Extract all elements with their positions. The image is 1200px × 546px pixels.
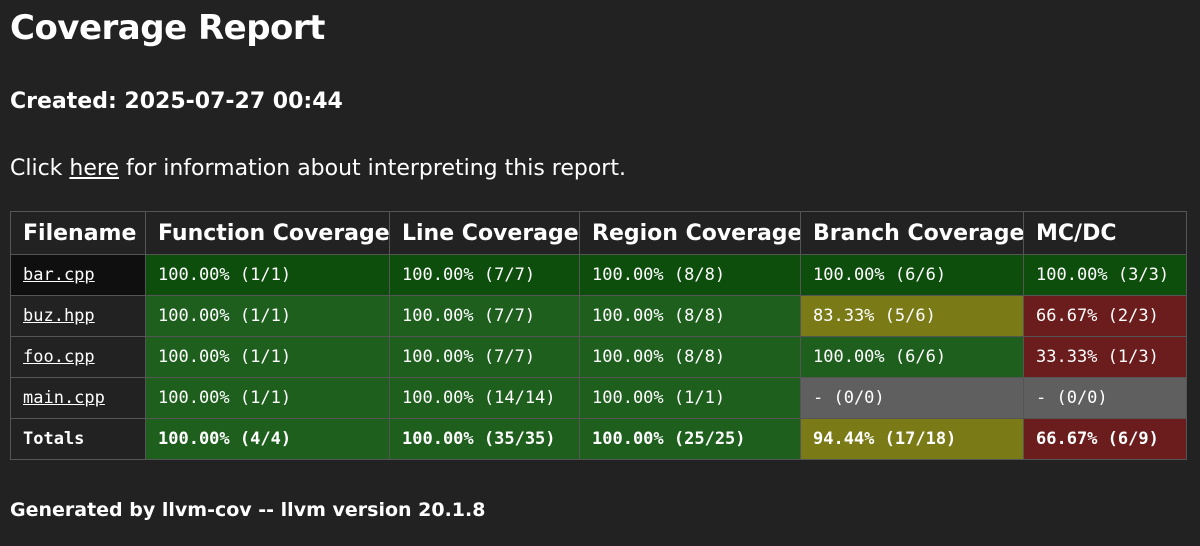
mcdc-cell: 66.67% (2/3) <box>1023 295 1187 337</box>
line-coverage-cell: 100.00% (14/14) <box>389 377 580 419</box>
filename-cell: bar.cpp <box>10 254 146 296</box>
line-coverage-cell: 100.00% (7/7) <box>389 336 580 378</box>
filename-cell: main.cpp <box>10 377 146 419</box>
col-header-region-coverage: Region Coverage <box>579 211 801 255</box>
region-coverage-cell: 100.00% (8/8) <box>579 336 801 378</box>
filename-cell: buz.hpp <box>10 295 146 337</box>
branch-coverage-cell: 100.00% (6/6) <box>800 254 1024 296</box>
mcdc-cell: - (0/0) <box>1023 377 1187 419</box>
total-branch-coverage-cell: 94.44% (17/18) <box>800 418 1024 460</box>
totals-label: Totals <box>10 418 146 460</box>
total-region-coverage-cell: 100.00% (25/25) <box>579 418 801 460</box>
help-link[interactable]: here <box>69 156 119 181</box>
file-link-buz-hpp[interactable]: buz.hpp <box>23 306 95 326</box>
table-row: main.cpp 100.00% (1/1) 100.00% (14/14) 1… <box>10 377 1187 419</box>
function-coverage-cell: 100.00% (1/1) <box>145 336 390 378</box>
line-coverage-cell: 100.00% (7/7) <box>389 295 580 337</box>
col-header-mcdc: MC/DC <box>1023 211 1187 255</box>
filename-cell: foo.cpp <box>10 336 146 378</box>
region-coverage-cell: 100.00% (8/8) <box>579 295 801 337</box>
file-link-foo-cpp[interactable]: foo.cpp <box>23 347 95 367</box>
branch-coverage-cell: 83.33% (5/6) <box>800 295 1024 337</box>
totals-row: Totals 100.00% (4/4) 100.00% (35/35) 100… <box>10 418 1187 460</box>
info-suffix: for information about interpreting this … <box>119 156 626 181</box>
file-link-bar-cpp[interactable]: bar.cpp <box>23 265 95 285</box>
col-header-line-coverage: Line Coverage <box>389 211 580 255</box>
file-link-main-cpp[interactable]: main.cpp <box>23 388 105 408</box>
mcdc-cell: 100.00% (3/3) <box>1023 254 1187 296</box>
table-header-row: Filename Function Coverage Line Coverage… <box>10 211 1187 255</box>
branch-coverage-cell: - (0/0) <box>800 377 1024 419</box>
function-coverage-cell: 100.00% (1/1) <box>145 254 390 296</box>
table-row: bar.cpp 100.00% (1/1) 100.00% (7/7) 100.… <box>10 254 1187 296</box>
region-coverage-cell: 100.00% (8/8) <box>579 254 801 296</box>
mcdc-cell: 33.33% (1/3) <box>1023 336 1187 378</box>
region-coverage-cell: 100.00% (1/1) <box>579 377 801 419</box>
function-coverage-cell: 100.00% (1/1) <box>145 295 390 337</box>
info-text: Click here for information about interpr… <box>10 156 626 181</box>
table-row: foo.cpp 100.00% (1/1) 100.00% (7/7) 100.… <box>10 336 1187 378</box>
col-header-branch-coverage: Branch Coverage <box>800 211 1024 255</box>
total-function-coverage-cell: 100.00% (4/4) <box>145 418 390 460</box>
col-header-function-coverage: Function Coverage <box>145 211 390 255</box>
table-row: buz.hpp 100.00% (1/1) 100.00% (7/7) 100.… <box>10 295 1187 337</box>
coverage-table: Filename Function Coverage Line Coverage… <box>10 211 1187 460</box>
created-timestamp: Created: 2025-07-27 00:44 <box>10 89 343 114</box>
info-prefix: Click <box>10 156 70 181</box>
branch-coverage-cell: 100.00% (6/6) <box>800 336 1024 378</box>
function-coverage-cell: 100.00% (1/1) <box>145 377 390 419</box>
total-line-coverage-cell: 100.00% (35/35) <box>389 418 580 460</box>
col-header-filename: Filename <box>10 211 146 255</box>
page-title: Coverage Report <box>10 8 325 48</box>
total-mcdc-cell: 66.67% (6/9) <box>1023 418 1187 460</box>
line-coverage-cell: 100.00% (7/7) <box>389 254 580 296</box>
footer-generated-by: Generated by llvm-cov -- llvm version 20… <box>10 499 486 521</box>
